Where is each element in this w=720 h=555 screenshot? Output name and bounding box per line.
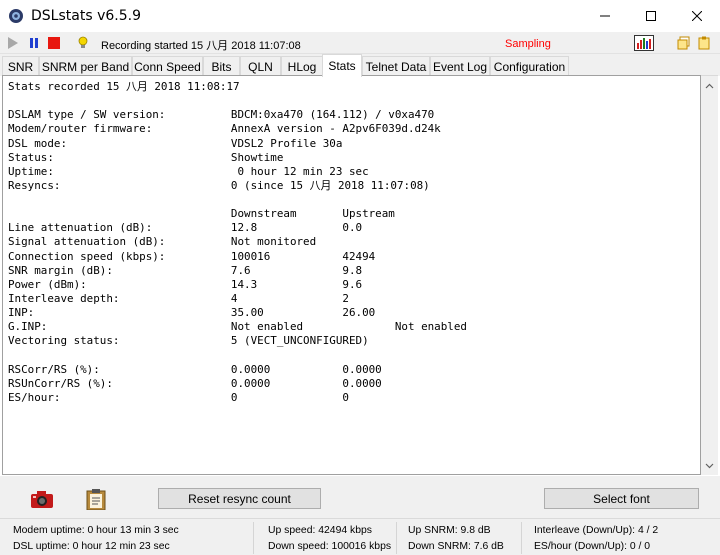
vertical-scrollbar[interactable] (701, 75, 718, 475)
stats-row: Connection speed (kbps): 100016 42494 (8, 249, 376, 263)
tab-snrm-per-band[interactable]: SNRM per Band (39, 56, 132, 76)
stats-row: Resyncs: 0 (since 15 八月 2018 11:07:08) (8, 178, 430, 192)
stats-row: Signal attenuation (dB): Not monitored (8, 235, 317, 249)
pause-icon[interactable] (27, 36, 41, 50)
tab-telnet-data[interactable]: Telnet Data (362, 56, 430, 76)
stats-row: Modem/router firmware: AnnexA version - … (8, 122, 441, 136)
close-button[interactable] (674, 0, 720, 32)
sampling-indicator: Sampling (505, 38, 551, 50)
close-icon (692, 11, 702, 21)
stats-column-headers: Downstream Upstream (8, 207, 395, 221)
copy-icon[interactable] (677, 36, 691, 50)
status-separator (253, 522, 254, 554)
dsl-uptime: DSL uptime: 0 hour 12 min 23 sec (13, 541, 170, 552)
toolbar: Recording started 15 八月 2018 11:07:08 Sa… (0, 32, 720, 54)
tip-bulb-icon[interactable] (76, 36, 90, 50)
tab-hlog[interactable]: HLog (281, 56, 323, 76)
scroll-down-arrow-icon[interactable] (705, 461, 714, 470)
stats-recorded-line: Stats recorded 15 八月 2018 11:08:17 (8, 80, 240, 93)
reset-resync-button[interactable]: Reset resync count (158, 488, 321, 509)
stats-row: DSLAM type / SW version: BDCM:0xa470 (16… (8, 108, 435, 122)
tab-configuration[interactable]: Configuration (490, 56, 569, 76)
scroll-up-arrow-icon[interactable] (705, 82, 714, 91)
stop-icon[interactable] (47, 36, 61, 50)
stats-row: RSCorr/RS (%): 0.0000 0.0000 (8, 362, 382, 376)
clipboard-icon[interactable] (84, 488, 108, 510)
stats-row: RSUnCorr/RS (%): 0.0000 0.0000 (8, 376, 382, 390)
up-speed: Up speed: 42494 kbps (268, 525, 372, 536)
status-separator (521, 522, 522, 554)
stats-text-area[interactable]: Stats recorded 15 八月 2018 11:08:17 DSLAM… (2, 75, 701, 475)
status-bar: Modem uptime: 0 hour 13 min 3 sec DSL up… (0, 518, 720, 555)
stats-row: DSL mode: VDSL2 Profile 30a (8, 136, 343, 150)
app-logo-icon (9, 9, 23, 23)
minimize-button[interactable] (582, 0, 628, 32)
tab-conn-speed[interactable]: Conn Speed (132, 56, 203, 76)
es-hour-status: ES/hour (Down/Up): 0 / 0 (534, 541, 651, 552)
stats-row: SNR margin (dB): 7.6 9.8 (8, 263, 363, 277)
stats-text: Stats recorded 15 八月 2018 11:08:17 DSLAM… (8, 80, 467, 405)
chart-icon[interactable] (634, 35, 654, 51)
tab-event-log[interactable]: Event Log (430, 56, 490, 76)
window-title: DSLstats v6.5.9 (31, 8, 141, 24)
up-snrm: Up SNRM: 9.8 dB (408, 525, 491, 536)
stats-row: Status: Showtime (8, 150, 284, 164)
maximize-button[interactable] (628, 0, 674, 32)
down-snrm: Down SNRM: 7.6 dB (408, 541, 504, 552)
stats-row: Interleave depth: 4 2 (8, 291, 349, 305)
stats-row: ES/hour: 0 0 (8, 390, 349, 404)
recording-status: Recording started 15 八月 2018 11:07:08 (101, 40, 301, 52)
camera-icon[interactable] (30, 488, 54, 510)
tab-stats[interactable]: Stats (322, 54, 362, 77)
status-separator (396, 522, 397, 554)
paste-icon[interactable] (697, 36, 711, 50)
stats-row: Power (dBm): 14.3 9.6 (8, 277, 363, 291)
tab-bits[interactable]: Bits (203, 56, 240, 76)
tab-strip: SNR SNRM per Band Conn Speed Bits QLN HL… (0, 54, 720, 77)
down-speed: Down speed: 100016 kbps (268, 541, 392, 552)
modem-uptime: Modem uptime: 0 hour 13 min 3 sec (13, 525, 179, 536)
tab-qln[interactable]: QLN (240, 56, 281, 76)
stats-row: G.INP: Not enabled Not enabled (8, 320, 467, 334)
tab-snr[interactable]: SNR (2, 56, 39, 76)
stats-row: Line attenuation (dB): 12.8 0.0 (8, 221, 363, 235)
stats-row: Vectoring status: 5 (VECT_UNCONFIGURED) (8, 334, 369, 348)
minimize-icon (600, 15, 610, 17)
stats-row: Uptime: 0 hour 12 min 23 sec (8, 164, 369, 178)
title-bar: DSLstats v6.5.9 (0, 0, 720, 32)
stats-row: INP: 35.00 26.00 (8, 306, 376, 319)
play-icon[interactable] (6, 36, 20, 50)
interleave-status: Interleave (Down/Up): 4 / 2 (534, 525, 659, 536)
select-font-button[interactable]: Select font (544, 488, 699, 509)
maximize-icon (646, 11, 656, 21)
